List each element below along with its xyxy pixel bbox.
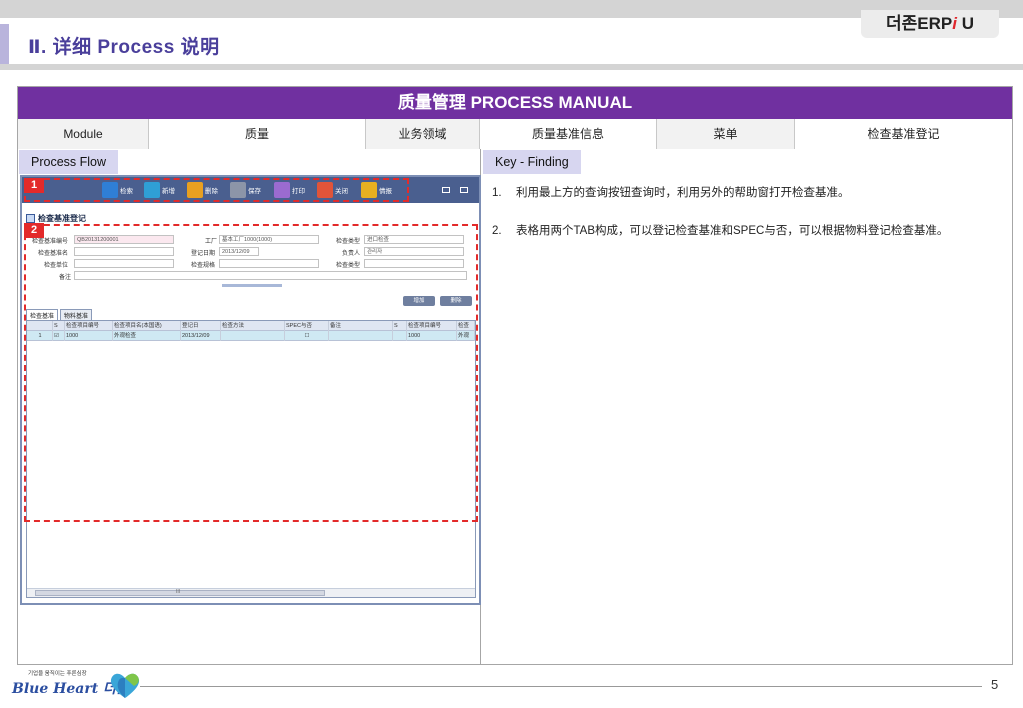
- meta-value-module: 质量: [149, 119, 366, 149]
- form-title-text: 检查基准登记: [38, 214, 86, 223]
- brand-name: 더존ERP: [886, 14, 953, 33]
- restore-window-icon[interactable]: [442, 187, 450, 193]
- meta-row: Module 质量 业务领域 质量基准信息 菜单 检查基准登记: [18, 119, 1012, 149]
- blueheart-logo: 기업을 움직이는 푸른심장 Blue Heart 더존: [12, 668, 140, 704]
- finding-2: 2. 表格用两个TAB构成，可以登记检查基准和SPEC与否，可以根据物料登记检查基…: [492, 223, 982, 240]
- title-accent: [0, 24, 9, 64]
- highlight-box-2: [24, 224, 478, 522]
- finding-text: 利用最上方的查询按钮查询时，利用另外的帮助窗打开检查基准。: [516, 187, 850, 199]
- key-finding-label: Key - Finding: [483, 150, 581, 174]
- slide: 더존ERPi U Ⅱ. 详细 Process 说明 质量管理 PROCESS M…: [0, 0, 1023, 708]
- finding-number: 1.: [492, 187, 502, 199]
- minimize-window-icon[interactable]: [460, 187, 468, 193]
- page-number: 5: [991, 677, 999, 692]
- process-flow-label: Process Flow: [19, 150, 119, 174]
- scrollbar-thumb[interactable]: III: [35, 589, 325, 596]
- meta-value-menu: 检查基准登记: [795, 119, 1012, 149]
- brand-suffix: U: [956, 14, 974, 33]
- meta-key-module: Module: [18, 119, 149, 149]
- finding-number: 2.: [492, 225, 502, 237]
- horizontal-scrollbar[interactable]: III: [27, 588, 475, 597]
- logo-tagline: 기업을 움직이는 푸른심장: [28, 671, 87, 677]
- highlight-box-1: [24, 178, 409, 202]
- finding-text: 表格用两个TAB构成，可以登记检查基准和SPEC与否，可以根据物料登记检查基准。: [516, 225, 949, 237]
- meta-value-area: 质量基准信息: [480, 119, 657, 149]
- form-icon: [26, 214, 35, 223]
- scroll-grip: III: [176, 589, 181, 595]
- erp-screenshot: 检索 新增 删除 保存 打印 关闭 情报 检查基准登记 检查基准编号 QB201…: [20, 175, 481, 605]
- badge-2: 2: [24, 223, 44, 238]
- brand-logo: 더존ERPi U: [861, 10, 999, 38]
- heart-icon: [110, 673, 140, 698]
- title-underline: [0, 64, 1023, 70]
- section-title: Ⅱ. 详细 Process 说明: [28, 37, 220, 58]
- meta-key-area: 业务领域: [366, 119, 480, 149]
- finding-1: 1. 利用最上方的查询按钮查询时，利用另外的帮助窗打开检查基准。: [492, 185, 992, 202]
- meta-key-menu: 菜单: [657, 119, 795, 149]
- footer-line: [140, 686, 982, 687]
- badge-1: 1: [24, 178, 44, 193]
- manual-title: 质量管理 PROCESS MANUAL: [18, 87, 1012, 119]
